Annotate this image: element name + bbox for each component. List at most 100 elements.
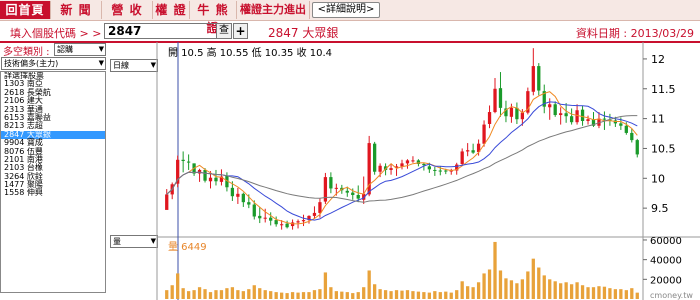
volume-bar bbox=[340, 291, 344, 299]
candle-body bbox=[225, 175, 229, 188]
volume-bar bbox=[263, 290, 267, 299]
volume-bar bbox=[307, 292, 311, 299]
volume-bar bbox=[383, 290, 388, 299]
detail-button[interactable]: <詳細說明> bbox=[312, 2, 380, 18]
volume-tick-label: 60000 bbox=[650, 236, 682, 247]
volume-bar bbox=[208, 292, 213, 299]
volume-bar bbox=[515, 283, 519, 299]
tab-home[interactable]: 回首頁 bbox=[0, 1, 51, 19]
y-tick-label: 12 bbox=[651, 53, 665, 66]
candle-body bbox=[400, 163, 404, 167]
candle-body bbox=[537, 66, 541, 91]
volume-bar bbox=[471, 287, 475, 299]
candle-body bbox=[219, 176, 224, 182]
candle-body bbox=[367, 143, 371, 195]
volume-bar bbox=[318, 289, 322, 299]
y-tick-label: 11 bbox=[651, 113, 665, 126]
volume-bar bbox=[279, 292, 284, 299]
candle-body bbox=[165, 194, 169, 210]
candle-body bbox=[356, 195, 360, 199]
tab-revenue[interactable]: 營 收 bbox=[102, 1, 153, 19]
candle-body bbox=[542, 91, 546, 107]
candle-body bbox=[318, 202, 322, 213]
tab-warrants[interactable]: 權 證 bbox=[153, 1, 190, 19]
search-row: 填入個股代碼 > > 2847 查 + 2847 大眾銀 資料日期 : 2013… bbox=[0, 21, 700, 43]
stock-code-label: 填入個股代碼 > > bbox=[10, 27, 102, 40]
volume-bar bbox=[487, 269, 492, 299]
candle-body bbox=[362, 193, 366, 200]
volume-readout: 量 6449 bbox=[168, 241, 207, 253]
volume-bar bbox=[449, 292, 453, 299]
ma-short-line bbox=[166, 91, 638, 225]
category-select-value: 認購 bbox=[57, 45, 73, 54]
candle-body bbox=[263, 217, 267, 219]
filter-select[interactable]: 技術偏多(主力) ▼ bbox=[1, 57, 106, 70]
stock-code-input[interactable]: 2847 bbox=[104, 23, 220, 39]
candle-body bbox=[236, 193, 240, 197]
volume-bar bbox=[351, 293, 355, 299]
tab-bull-bear[interactable]: 牛 熊 證 bbox=[190, 1, 237, 35]
candle-body bbox=[466, 150, 470, 152]
volume-bar bbox=[504, 278, 508, 299]
volume-bar bbox=[553, 281, 557, 299]
tab-warrant-broker[interactable]: 權證主力進出 bbox=[237, 1, 310, 19]
candle-body bbox=[602, 118, 607, 120]
candle-body bbox=[285, 223, 289, 228]
candle-body bbox=[197, 169, 202, 174]
volume-bar bbox=[323, 272, 328, 299]
volume-bar bbox=[176, 273, 180, 299]
volume-bar bbox=[416, 291, 421, 299]
candle-body bbox=[378, 165, 382, 172]
volume-bar bbox=[362, 287, 366, 299]
indicator-select[interactable]: 量 ▼ bbox=[110, 235, 158, 248]
candle-body bbox=[476, 143, 481, 153]
category-select[interactable]: 認購 ▼ bbox=[54, 43, 106, 56]
candle-body bbox=[438, 170, 442, 172]
query-button[interactable]: 查 bbox=[216, 23, 232, 39]
chevron-down-icon: ▼ bbox=[150, 237, 156, 245]
stock-list[interactable]: 詳選擇股票 1303 南亞 2618 長榮航 2106 建大 2313 華通 6153 嘉… bbox=[0, 71, 106, 293]
add-button[interactable]: + bbox=[233, 23, 248, 39]
volume-bar bbox=[170, 285, 174, 299]
volume-bar bbox=[608, 288, 612, 299]
candle-body bbox=[515, 107, 519, 120]
stock-list-item[interactable]: 1558 伸興 bbox=[1, 189, 105, 198]
volume-bar bbox=[569, 284, 574, 299]
candle-body bbox=[290, 222, 295, 227]
candle-body bbox=[455, 164, 459, 171]
candle-body bbox=[323, 177, 328, 202]
candle-body bbox=[575, 110, 579, 123]
y-tick-label: 10 bbox=[651, 172, 665, 185]
volume-tick-label: 20000 bbox=[650, 275, 682, 286]
volume-bar bbox=[498, 270, 503, 299]
volume-bar bbox=[509, 280, 514, 299]
chevron-down-icon: ▼ bbox=[98, 45, 104, 53]
volume-bar bbox=[373, 284, 377, 299]
candle-body bbox=[613, 120, 618, 124]
candle-body bbox=[214, 177, 218, 182]
volume-bar bbox=[624, 290, 628, 299]
candle-body bbox=[329, 177, 333, 189]
chevron-down-icon: ▼ bbox=[150, 61, 156, 69]
volume-bar bbox=[312, 290, 317, 299]
volume-bar bbox=[422, 292, 426, 299]
candle-body bbox=[422, 163, 426, 166]
volume-bar bbox=[296, 292, 300, 299]
candle-body bbox=[586, 119, 590, 121]
candle-body bbox=[230, 187, 235, 197]
candle-body bbox=[279, 224, 284, 226]
volume-bar bbox=[564, 282, 568, 299]
volume-bar bbox=[438, 292, 442, 299]
top-nav-bar: 回首頁 新 聞 營 收 權 證 牛 熊 證 權證主力進出 <詳細說明> bbox=[0, 0, 700, 35]
volume-bar bbox=[580, 285, 585, 299]
volume-bar bbox=[619, 289, 623, 299]
ohlc-readout: 開 10.5 高 10.55 低 10.35 收 10.4 bbox=[168, 46, 332, 59]
volume-bar bbox=[548, 279, 552, 299]
ma-mid-line bbox=[166, 101, 638, 221]
period-select[interactable]: 日線 ▼ bbox=[110, 59, 158, 72]
candle-body bbox=[394, 166, 399, 168]
volume-bar bbox=[602, 286, 607, 299]
tab-news[interactable]: 新 聞 bbox=[51, 1, 102, 19]
candle-body bbox=[591, 119, 596, 126]
data-date: 資料日期 : 2013/03/29 bbox=[575, 27, 694, 40]
